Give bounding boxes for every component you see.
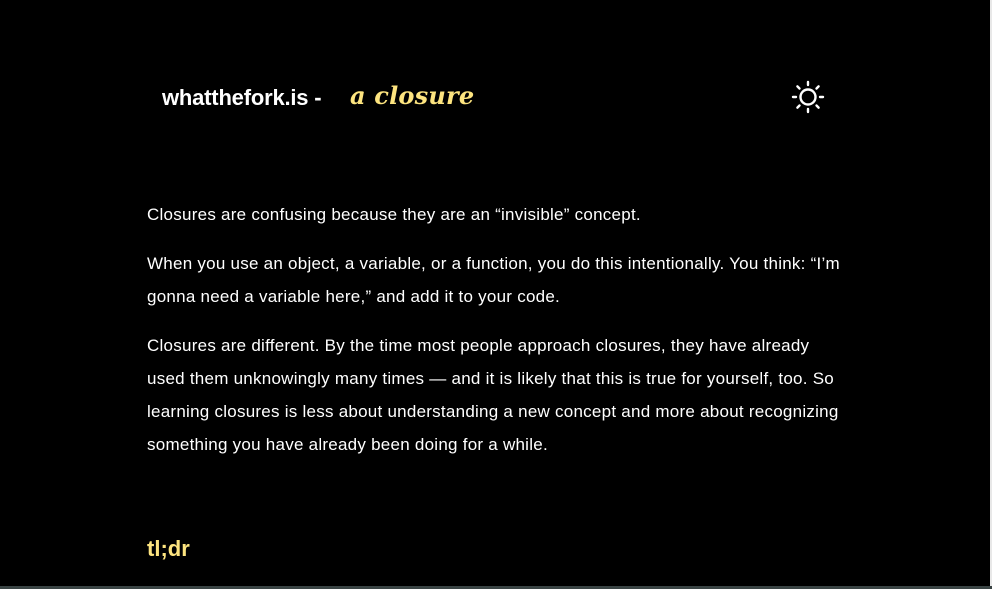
paragraph-3: Closures are different. By the time most… (147, 336, 839, 454)
tldr-heading: tl;dr (147, 536, 190, 561)
site-header: whatthefork.is - a closure (162, 78, 830, 116)
article-body: Closures are confusing because they are … (147, 198, 847, 477)
paragraph-1: Closures are confusing because they are … (147, 205, 641, 224)
paragraph-2: When you use an object, a variable, or a… (147, 254, 840, 306)
page-topic-title: a closure (350, 81, 475, 110)
site-name-link[interactable]: whatthefork.is - (162, 85, 322, 111)
sun-icon (791, 80, 825, 114)
theme-toggle-button[interactable] (791, 80, 825, 114)
